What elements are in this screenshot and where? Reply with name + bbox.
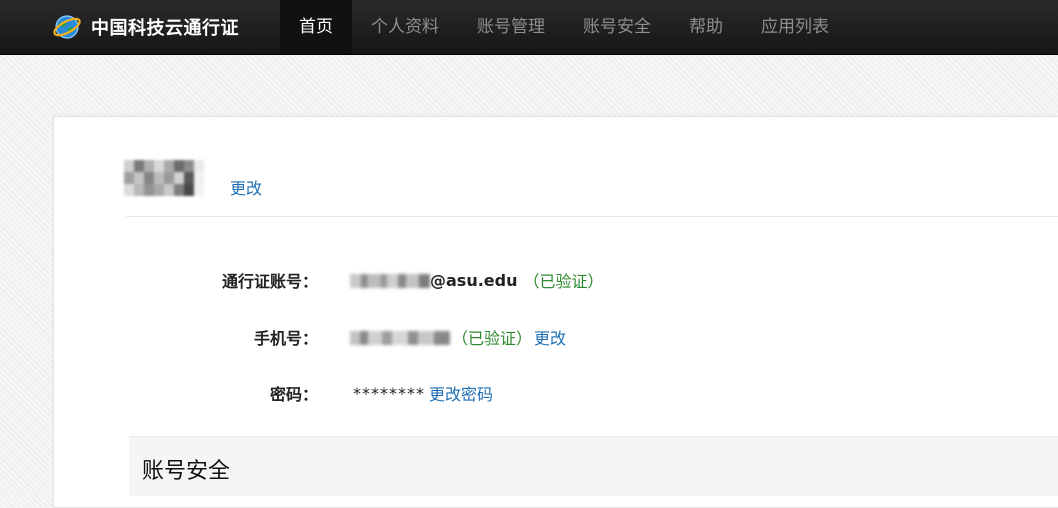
nav-home[interactable]: 首页: [280, 0, 352, 54]
password-row: 密码： ******** 更改密码: [126, 381, 1026, 405]
nav-help[interactable]: 帮助: [670, 0, 742, 54]
brand[interactable]: 中国科技云通行证: [52, 12, 239, 42]
phone-label: 手机号：: [253, 329, 318, 348]
password-value: ******** 更改密码: [353, 381, 493, 405]
divider: [126, 216, 1058, 217]
change-password-link[interactable]: 更改密码: [429, 381, 493, 405]
top-navigation-bar: 中国科技云通行证 首页 个人资料 账号管理 账号安全 帮助 应用列表: [0, 0, 1058, 55]
passport-row: 通行证账号： @asu.edu （已验证）: [126, 268, 1026, 292]
main-nav: 首页 个人资料 账号管理 账号安全 帮助 应用列表: [280, 0, 848, 54]
masked-phone-number: [350, 331, 450, 345]
phone-value: （已验证） 更改: [350, 325, 566, 349]
nav-app-list[interactable]: 应用列表: [742, 0, 848, 54]
password-label: 密码：: [269, 385, 318, 404]
masked-email-prefix: [350, 274, 430, 288]
passport-label: 通行证账号：: [221, 272, 318, 291]
nav-profile[interactable]: 个人资料: [352, 0, 458, 54]
nav-account-management[interactable]: 账号管理: [458, 0, 564, 54]
passport-value: @asu.edu （已验证）: [350, 268, 604, 292]
phone-row: 手机号： （已验证） 更改: [126, 325, 1026, 349]
password-mask: ********: [353, 383, 425, 403]
avatar: [124, 160, 204, 196]
security-section-header: 账号安全: [129, 436, 1058, 496]
security-section-title: 账号安全: [142, 459, 231, 484]
passport-domain: @asu.edu: [430, 270, 518, 290]
passport-verified-badge: （已验证）: [523, 272, 604, 291]
brand-name: 中国科技云通行证: [91, 18, 239, 39]
phone-change-link[interactable]: 更改: [534, 325, 566, 349]
nav-account-security[interactable]: 账号安全: [564, 0, 670, 54]
phone-verified-badge: （已验证）: [452, 329, 533, 348]
globe-logo-icon: [53, 15, 81, 39]
avatar-change-link[interactable]: 更改: [230, 175, 262, 199]
